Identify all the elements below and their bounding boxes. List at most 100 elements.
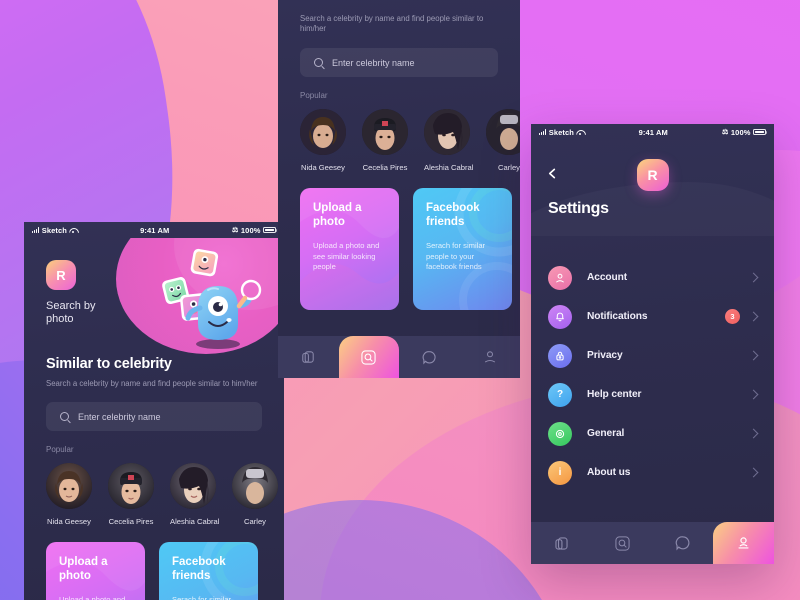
avatar: [362, 109, 408, 155]
page-title: Settings: [548, 200, 609, 217]
search-input[interactable]: Enter celebrity name: [46, 402, 262, 431]
chevron-right-icon: [748, 467, 759, 478]
upload-a-photo-card[interactable]: Upload a photo Upload a photo and see si…: [300, 188, 399, 310]
list-item[interactable]: Nida Geesey: [46, 463, 92, 526]
facebook-friends-card[interactable]: Facebook friends Serach for similar peop…: [413, 188, 512, 310]
avatar: [170, 463, 216, 509]
chat-bubble-icon: [675, 536, 690, 551]
settings-item-notifications[interactable]: Notifications 3: [548, 297, 759, 336]
bluetooth-icon: ⚖: [722, 129, 729, 136]
card-body: Upload a photo and see similar looking p…: [313, 241, 380, 271]
action-cards-left: Upload a photo Upload a photo and see si…: [46, 542, 262, 600]
settings-item-general[interactable]: General: [548, 414, 759, 453]
upload-a-photo-card[interactable]: Upload a photo Upload a photo and see si…: [46, 542, 145, 600]
card-body: Serach for similar people to your facebo…: [172, 595, 232, 600]
search-placeholder: Enter celebrity name: [78, 411, 161, 422]
page-subtitle: Search a celebrity by name and find peop…: [300, 14, 484, 33]
list-item[interactable]: Nida Geesey: [300, 109, 346, 172]
chevron-right-icon: [748, 272, 759, 283]
tab-chat[interactable]: [399, 336, 460, 378]
bluetooth-icon: ⚖: [232, 227, 239, 234]
list-item-label: Nida Geesey: [301, 163, 345, 172]
tab-cards[interactable]: [531, 522, 592, 564]
card-title-line-1: Facebook: [172, 556, 226, 568]
person-icon: [548, 265, 572, 290]
list-item[interactable]: Carley: [486, 109, 520, 172]
tab-profile[interactable]: [713, 522, 774, 564]
battery-full-icon: [753, 128, 768, 136]
avatar: [424, 109, 470, 155]
photo-search-icon: [361, 349, 376, 365]
list-item[interactable]: Carley: [232, 463, 278, 526]
list-item[interactable]: Cecelia Pires: [362, 109, 408, 172]
hero-title-line-2: photo: [46, 313, 74, 325]
hero-title: Search by photo: [46, 300, 96, 326]
card-title-line-2: friends: [172, 569, 211, 582]
avatar-initial: R: [56, 267, 66, 283]
list-item-label: Aleshia Cabral: [424, 163, 474, 172]
list-item-label: Nida Geesey: [47, 517, 91, 526]
status-time: 9:41 AM: [638, 127, 668, 137]
list-item[interactable]: Cecelia Pires: [108, 463, 154, 526]
tab-chat[interactable]: [653, 522, 714, 564]
list-item[interactable]: Aleshia Cabral: [424, 109, 474, 172]
carrier-label: Sketch: [548, 127, 574, 137]
tab-search[interactable]: [338, 336, 399, 378]
status-badge: 3: [725, 309, 740, 324]
card-title: Facebook friends: [426, 202, 499, 229]
cards-stack-icon: [555, 536, 568, 550]
search-placeholder: Enter celebrity name: [332, 57, 415, 68]
phone-screen-settings: Sketch 9:41 AM ⚖ 100% R Settings Account: [531, 124, 774, 564]
card-title-line-1: Facebook: [426, 202, 480, 214]
chat-bubble-icon: [422, 350, 436, 365]
list-item[interactable]: Aleshia Cabral: [170, 463, 219, 526]
back-button[interactable]: [547, 168, 558, 179]
list-item-label: Carley: [498, 163, 520, 172]
list-item-label: Cecelia Pires: [108, 517, 154, 526]
status-time: 9:41 AM: [140, 225, 170, 235]
settings-item-about-us[interactable]: i About us: [548, 453, 759, 492]
search-input[interactable]: Enter celebrity name: [300, 48, 498, 77]
avatar-initial: R: [647, 167, 658, 183]
settings-item-label: About us: [587, 467, 631, 478]
card-body: Serach for similar people to your facebo…: [426, 241, 486, 271]
action-cards-mid: Upload a photo Upload a photo and see si…: [300, 188, 512, 310]
phone-screen-search-by-photo: Sketch 9:41 AM ⚖ 100% R Search by photo: [24, 222, 284, 600]
card-title-line-2: photo: [59, 569, 91, 582]
card-title-line-2: friends: [426, 215, 465, 228]
photo-search-icon: [615, 535, 630, 551]
facebook-friends-card[interactable]: Facebook friends Serach for similar peop…: [159, 542, 258, 600]
search-icon: [60, 412, 69, 421]
hero-title-line-1: Search by: [46, 300, 96, 312]
carrier-label: Sketch: [41, 225, 67, 235]
card-body: Upload a photo and see similar looking p…: [59, 595, 126, 600]
settings-header: R Settings: [531, 140, 774, 236]
tab-search[interactable]: [592, 522, 653, 564]
similar-to-celebrity-section-left: Similar to celebrity Search a celebrity …: [24, 356, 284, 600]
settings-item-label: General: [587, 428, 625, 439]
card-title: Upload a photo: [313, 202, 386, 229]
page-subtitle: Search a celebrity by name and find peop…: [46, 379, 258, 388]
avatar: [300, 109, 346, 155]
page-title: Similar to celebrity: [46, 356, 172, 372]
chevron-left-icon: [548, 168, 556, 179]
tab-bar-right: [531, 522, 774, 564]
tab-cards[interactable]: [278, 336, 339, 378]
settings-item-label: Privacy: [587, 350, 623, 361]
popular-label: Popular: [300, 91, 328, 100]
settings-item-help-center[interactable]: ? Help center: [548, 375, 759, 414]
tab-profile[interactable]: [460, 336, 521, 378]
signal-bars-icon: [32, 227, 40, 234]
card-title-line-1: Upload a: [313, 202, 362, 214]
avatar: [232, 463, 278, 509]
wifi-icon: [69, 227, 77, 234]
status-bar-left: Sketch 9:41 AM ⚖ 100%: [24, 222, 284, 238]
similar-to-celebrity-section-mid: Search a celebrity by name and find peop…: [278, 0, 520, 310]
avatar[interactable]: R: [46, 260, 76, 290]
avatar[interactable]: R: [636, 159, 669, 191]
card-title: Facebook friends: [172, 556, 245, 583]
chevron-right-icon: [748, 428, 759, 439]
settings-item-account[interactable]: Account: [548, 258, 759, 297]
settings-item-privacy[interactable]: Privacy: [548, 336, 759, 375]
info-icon: i: [548, 460, 572, 485]
